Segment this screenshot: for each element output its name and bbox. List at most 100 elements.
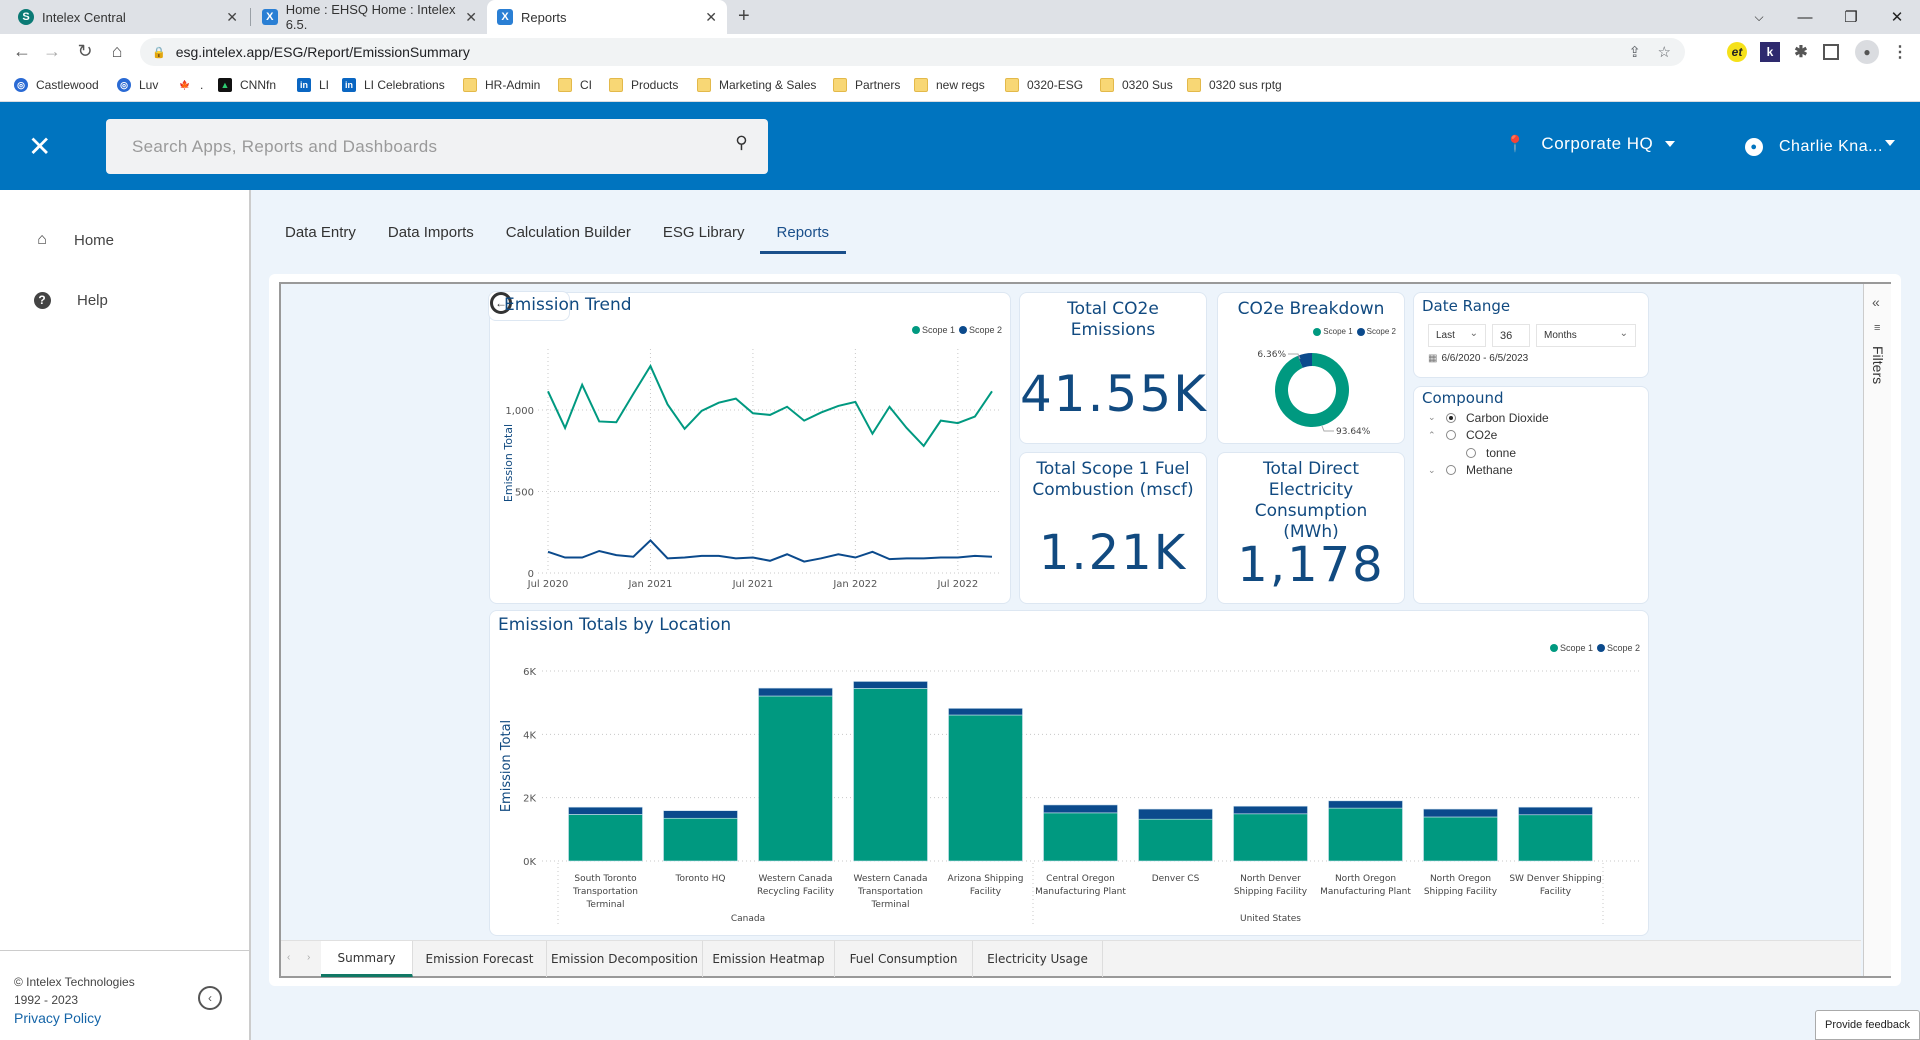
bookmark-item[interactable]: HR-Admin <box>463 78 540 92</box>
next-page-icon[interactable]: › <box>307 952 310 963</box>
bar-scope-2 <box>568 806 643 815</box>
bar-scope-2 <box>853 681 928 689</box>
extensions-puzzle-icon[interactable]: ✱ <box>1791 42 1811 62</box>
restore-button[interactable]: ❐ <box>1828 0 1874 34</box>
bookmark-label: Partners <box>855 78 901 92</box>
x-tick-label: Manufacturing Plant <box>1320 887 1411 897</box>
bookmark-item[interactable]: ◎ Castlewood <box>14 78 99 92</box>
tab-data-entry[interactable]: Data Entry <box>285 214 356 254</box>
date-count-input[interactable]: 36 <box>1492 324 1530 347</box>
bookmark-item[interactable]: ◎ Luv <box>117 78 158 92</box>
user-menu[interactable]: ● Charlie Kna... <box>1745 138 1895 156</box>
et-extension-icon[interactable]: et <box>1727 42 1747 62</box>
bookmark-item[interactable]: 0320 Sus <box>1100 78 1173 92</box>
page-tab-emission-forecast[interactable]: Emission Forecast <box>413 941 547 977</box>
page-tab-emission-decomposition[interactable]: Emission Decomposition <box>547 941 703 977</box>
radio-button[interactable] <box>1466 447 1476 458</box>
chevron-up-icon[interactable]: ⌃ <box>1428 430 1446 441</box>
tab-search-icon[interactable]: ⌵ <box>1736 0 1782 34</box>
minimize-button[interactable]: — <box>1782 0 1828 34</box>
tab-esg-library[interactable]: ESG Library <box>663 214 745 254</box>
page-tab-electricity-usage[interactable]: Electricity Usage <box>973 941 1103 977</box>
bookmark-item[interactable]: ▲ CNNfn <box>218 78 276 92</box>
y-tick-label: 2K <box>523 794 536 805</box>
radio-button[interactable] <box>1446 412 1456 423</box>
search-input[interactable]: Search Apps, Reports and Dashboards ⚲ <box>106 119 768 174</box>
compound-tree: ⌄ Carbon Dioxide ⌃ CO2e tonne ⌄ Methane <box>1428 409 1549 479</box>
compound-item[interactable]: ⌄ Carbon Dioxide <box>1428 409 1549 427</box>
tab-data-imports[interactable]: Data Imports <box>388 214 474 254</box>
forward-icon[interactable]: → <box>40 41 64 62</box>
date-mode-dropdown[interactable]: Last ⌄ <box>1428 324 1486 347</box>
bookmark-item[interactable]: CI <box>558 78 592 92</box>
bar-scope-2 <box>1233 805 1308 815</box>
search-icon[interactable]: ⚲ <box>735 133 748 153</box>
bookmark-item[interactable]: Marketing & Sales <box>697 78 816 92</box>
page-tab-summary[interactable]: Summary <box>321 941 413 977</box>
reload-icon[interactable]: ↻ <box>73 41 97 62</box>
tab-reports[interactable]: Reports <box>759 214 847 254</box>
share-icon[interactable]: ⇪ <box>1628 43 1641 61</box>
privacy-policy-link[interactable]: Privacy Policy <box>14 1009 249 1027</box>
bookmark-item[interactable]: 0320 sus rptg <box>1187 78 1282 92</box>
collapse-sidebar-button[interactable]: ‹ <box>198 986 222 1010</box>
browser-tab-ehsq-home[interactable]: X Home : EHSQ Home : Intelex 6.5. ✕ <box>252 0 487 34</box>
bookmark-item[interactable]: Products <box>609 78 678 92</box>
expand-filters-icon[interactable]: « <box>1872 294 1880 310</box>
location-selector[interactable]: 📍 Corporate HQ <box>1505 134 1676 154</box>
bookmark-item[interactable]: Partners <box>833 78 900 92</box>
browser-tab-reports[interactable]: X Reports ✕ <box>487 0 727 34</box>
bookmark-item[interactable]: in LI <box>297 78 329 92</box>
home-browser-icon[interactable]: ⌂ <box>105 41 129 62</box>
y-tick-label: 4K <box>523 730 536 741</box>
bookmark-item[interactable]: 0320-ESG <box>1005 78 1083 92</box>
x-tick-label: Jan 2022 <box>832 579 877 590</box>
menu-kebab-icon[interactable]: ⋮ <box>1890 42 1910 62</box>
side-panel-icon[interactable] <box>1823 44 1839 60</box>
compound-item[interactable]: ⌃ CO2e <box>1428 427 1549 445</box>
page-tab-fuel-consumption[interactable]: Fuel Consumption <box>835 941 973 977</box>
new-tab-button[interactable]: + <box>738 5 750 28</box>
x-tick-label: Jan 2021 <box>627 579 672 590</box>
radio-button[interactable] <box>1446 430 1456 441</box>
url-field[interactable]: 🔒 esg.intelex.app/ESG/Report/EmissionSum… <box>140 38 1685 66</box>
chevron-down-icon[interactable]: ⌄ <box>1428 412 1446 423</box>
bookmark-item[interactable]: in LI Celebrations <box>342 78 445 92</box>
intelex-logo[interactable]: ✕ <box>28 130 51 163</box>
close-tab-icon[interactable]: ✕ <box>705 9 717 26</box>
compound-label: tonne <box>1486 445 1517 460</box>
date-unit-dropdown[interactable]: Months ⌄ <box>1536 324 1636 347</box>
filters-pane[interactable]: « ≡ Filters <box>1863 284 1891 976</box>
close-tab-icon[interactable]: ✕ <box>226 9 238 26</box>
k-extension-icon[interactable]: k <box>1760 42 1780 62</box>
x-tick-label: Shipping Facility <box>1424 887 1498 897</box>
sidebar-item-label: Help <box>77 291 108 309</box>
bookmark-item[interactable]: new regs <box>914 78 985 92</box>
sidebar-item-help[interactable]: ? Help <box>32 290 108 310</box>
bookmark-item[interactable]: 🍁. <box>178 78 203 92</box>
browser-tab-intelex-central[interactable]: S Intelex Central ✕ <box>8 0 248 34</box>
x-tick-label: North Oregon <box>1335 874 1396 884</box>
profile-icon[interactable]: ● <box>1855 40 1879 64</box>
page-tab-emission-heatmap[interactable]: Emission Heatmap <box>703 941 835 977</box>
close-window-button[interactable]: ✕ <box>1874 0 1920 34</box>
filter-icon: ≡ <box>1874 322 1881 334</box>
compound-item[interactable]: ⌄ Methane <box>1428 462 1549 480</box>
x-tick-label: Western Canada <box>853 874 927 884</box>
prev-page-icon[interactable]: ‹ <box>287 952 290 963</box>
sidebar-item-home[interactable]: ⌂ Home <box>32 230 114 250</box>
provide-feedback-button[interactable]: Provide feedback <box>1815 1010 1920 1040</box>
tab-calculation-builder[interactable]: Calculation Builder <box>506 214 631 254</box>
maple-leaf-icon: 🍁 <box>179 79 191 90</box>
bookmark-label: Luv <box>139 78 159 92</box>
folder-icon <box>558 78 572 92</box>
close-tab-icon[interactable]: ✕ <box>465 9 477 26</box>
bar-scope-2 <box>948 708 1023 716</box>
bookmark-star-icon[interactable]: ☆ <box>1658 43 1671 61</box>
bar-scope-2 <box>1518 806 1593 816</box>
radio-button[interactable] <box>1446 465 1456 476</box>
compound-item[interactable]: tonne <box>1428 444 1549 462</box>
chevron-down-icon[interactable]: ⌄ <box>1428 465 1446 476</box>
bookmark-label: . <box>200 78 204 92</box>
back-icon[interactable]: ← <box>10 41 34 62</box>
